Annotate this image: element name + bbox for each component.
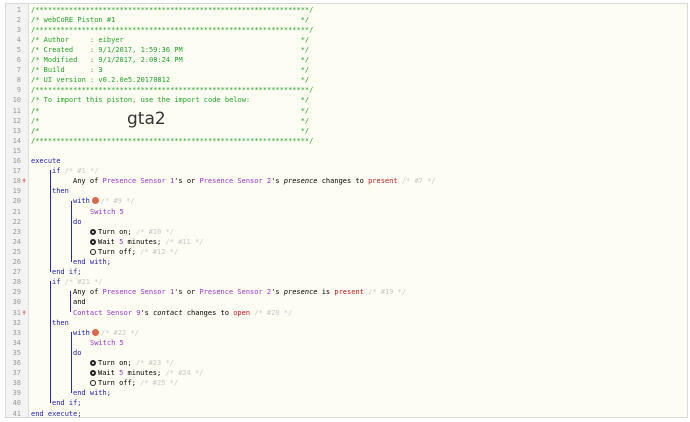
condition-text[interactable]: Any of bbox=[73, 177, 98, 185]
device[interactable]: Contact Sensor 9 bbox=[73, 309, 140, 317]
power-on-icon bbox=[90, 228, 96, 235]
comment-line: /* To import this piston, use the import… bbox=[31, 96, 310, 105]
keyword[interactable]: execute bbox=[31, 157, 61, 165]
keyword[interactable]: end with; bbox=[73, 389, 111, 397]
power-off-icon bbox=[90, 248, 96, 255]
condition-text: 's bbox=[140, 308, 149, 317]
logical-operator[interactable]: and bbox=[73, 298, 86, 306]
settings-gear-icon[interactable] bbox=[91, 197, 99, 205]
comment-line: /***************************************… bbox=[31, 5, 314, 14]
statement-id: /* #1 */ bbox=[64, 167, 99, 176]
statement-id: /* #21 */ bbox=[64, 278, 103, 287]
operator[interactable]: changes to bbox=[187, 309, 229, 317]
comment-line: /* Created : 9/1/2017, 1:59:36 PM */ bbox=[31, 45, 310, 54]
keyword[interactable]: if bbox=[52, 278, 60, 286]
statement-id: /* #9 */ bbox=[100, 197, 135, 206]
command[interactable]: Wait bbox=[98, 238, 115, 246]
comment-line: /***************************************… bbox=[31, 136, 314, 145]
import-code: gta2 bbox=[127, 109, 166, 129]
keyword[interactable]: with bbox=[73, 329, 90, 337]
code-editor: 1 2 3 4 5 6 7 8 9 10 11 12 13 14 15 16 1… bbox=[5, 3, 688, 418]
statement-id: /* #7 */ bbox=[401, 177, 436, 186]
statement-id: /* #25 */ bbox=[140, 379, 179, 388]
command[interactable]: Turn off; bbox=[98, 379, 136, 387]
attribute[interactable]: contact bbox=[153, 309, 183, 317]
command[interactable]: Turn on; bbox=[98, 359, 132, 367]
condition-text: 's or bbox=[174, 177, 196, 186]
statement-id: /* #22 */ bbox=[100, 328, 139, 337]
device[interactable]: Presence Sensor 1 bbox=[103, 288, 175, 296]
attribute[interactable]: presence bbox=[284, 177, 318, 185]
condition-text: 's bbox=[271, 288, 280, 297]
statement-id: /* #20 */ bbox=[254, 308, 293, 317]
keyword[interactable]: end execute; bbox=[31, 410, 82, 418]
settings-gear-icon[interactable] bbox=[91, 328, 99, 336]
keyword[interactable]: do bbox=[73, 349, 81, 357]
comment-line: /* Build : 3 */ bbox=[31, 66, 310, 75]
operator[interactable]: changes to bbox=[322, 177, 364, 185]
comment-line: /* UI version : v0.2.0e5.20170812 */ bbox=[31, 76, 310, 85]
comment-line: /* Author : eibyer */ bbox=[31, 35, 310, 44]
condition-text: 's or bbox=[174, 288, 196, 297]
keyword[interactable]: end with; bbox=[73, 258, 111, 266]
device[interactable]: Presence Sensor 1 bbox=[103, 177, 175, 185]
keyword[interactable]: with bbox=[73, 197, 90, 205]
device[interactable]: Switch 5 bbox=[90, 208, 124, 216]
power-on-icon bbox=[90, 360, 96, 366]
comment-line: /***************************************… bbox=[31, 25, 314, 34]
keyword[interactable]: end if; bbox=[52, 268, 82, 276]
comment-line: /* Modified : 9/1/2017, 2:08:24 PM */ bbox=[31, 56, 310, 64]
power-off-icon bbox=[90, 380, 96, 387]
command[interactable]: Wait bbox=[98, 369, 115, 377]
keyword[interactable]: if bbox=[52, 167, 60, 175]
keyword[interactable]: end if; bbox=[52, 399, 82, 407]
attribute[interactable]: presence bbox=[284, 288, 318, 296]
number[interactable]: 5 bbox=[119, 238, 123, 246]
keyword[interactable]: then bbox=[52, 319, 69, 327]
value[interactable]: present bbox=[368, 177, 398, 185]
clock-icon bbox=[90, 370, 96, 377]
number[interactable]: 5 bbox=[119, 369, 123, 377]
statement-id: /* #12 */ bbox=[140, 247, 179, 256]
statement-id: /* #19 */ bbox=[368, 288, 407, 297]
comment-line: /***************************************… bbox=[31, 86, 314, 95]
value[interactable]: open bbox=[233, 309, 250, 317]
statement-id: /* #23 */ bbox=[135, 359, 174, 367]
statement-id: /* #24 */ bbox=[165, 369, 204, 378]
condition-text: 's bbox=[271, 177, 280, 186]
command[interactable]: Turn off; bbox=[98, 248, 136, 256]
command[interactable]: minutes; bbox=[128, 238, 162, 246]
command[interactable]: minutes; bbox=[128, 369, 162, 377]
command[interactable]: Turn on; bbox=[98, 228, 132, 236]
statement-id: /* #10 */ bbox=[135, 227, 174, 236]
line-number: 15 bbox=[12, 146, 21, 155]
condition-text[interactable]: Any of bbox=[73, 288, 98, 296]
keyword[interactable]: do bbox=[73, 218, 81, 226]
device[interactable]: Presence Sensor 2 bbox=[199, 288, 271, 296]
device[interactable]: Presence Sensor 2 bbox=[199, 177, 271, 185]
clock-icon bbox=[90, 238, 96, 245]
device[interactable]: Switch 5 bbox=[90, 339, 124, 347]
operator[interactable]: is bbox=[322, 288, 330, 296]
statement-id: /* #11 */ bbox=[165, 237, 204, 246]
keyword[interactable]: then bbox=[52, 187, 69, 195]
value[interactable]: present bbox=[334, 288, 364, 296]
comment-line: /* webCoRE Piston #1 */ bbox=[31, 15, 310, 24]
